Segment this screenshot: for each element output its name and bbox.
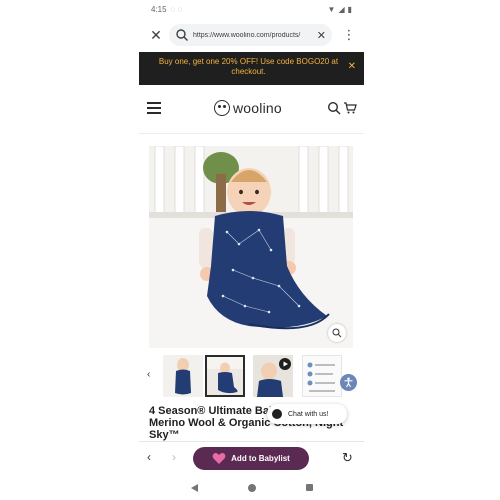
product-main-image[interactable] bbox=[149, 146, 353, 348]
chat-icon bbox=[272, 409, 282, 419]
thumbnail-carousel: ‹ bbox=[139, 355, 364, 399]
thumbnail-1[interactable] bbox=[163, 355, 203, 397]
back-button[interactable]: ‹ bbox=[147, 450, 151, 464]
thumbnail-image bbox=[303, 356, 341, 396]
search-icon bbox=[176, 29, 188, 41]
nav-home-icon[interactable] bbox=[247, 483, 256, 492]
forward-button[interactable]: › bbox=[172, 450, 176, 464]
logo-text: woolino bbox=[233, 100, 282, 116]
thumbnail-3-video[interactable] bbox=[253, 355, 293, 397]
phone-screen: 4:15 ◌ ◌ ▼ ◢ ▮ ✕ https://www.woolino.com… bbox=[139, 0, 364, 500]
nav-recents-icon[interactable] bbox=[305, 484, 313, 491]
chat-label: Chat with us! bbox=[288, 410, 329, 418]
magnifier-icon bbox=[332, 328, 342, 338]
add-to-babylist-button[interactable]: Add to Babylist bbox=[193, 447, 309, 470]
site-header: woolino bbox=[139, 93, 364, 125]
status-time: 4:15 bbox=[151, 4, 167, 14]
browser-toolbar: ✕ https://www.woolino.com/products/ ✕ ⋮ bbox=[139, 22, 364, 48]
thumbnail-image bbox=[163, 355, 203, 397]
search-icon[interactable] bbox=[327, 101, 341, 115]
url-text[interactable]: https://www.woolino.com/products/ bbox=[193, 32, 313, 39]
product-photo bbox=[149, 146, 353, 348]
sync-icon: ◌ ◌ bbox=[170, 4, 183, 14]
thumbnail-image bbox=[207, 357, 243, 395]
wifi-icon: ▼ bbox=[327, 4, 336, 14]
thumbnail-4-chart[interactable] bbox=[302, 355, 342, 397]
thumbnail-image bbox=[253, 355, 293, 397]
site-logo[interactable]: woolino bbox=[214, 100, 282, 116]
status-icons: ▼ ◢ ▮ bbox=[328, 5, 352, 14]
accessibility-icon bbox=[344, 377, 353, 388]
bottom-toolbar: ‹ › Add to Babylist ↻ bbox=[139, 441, 364, 475]
browser-menu-button[interactable]: ⋮ bbox=[342, 26, 356, 44]
promo-banner: Buy one, get one 20% OFF! Use code BOGO2… bbox=[139, 52, 364, 85]
thumbnail-2-selected[interactable] bbox=[205, 355, 245, 397]
logo-mark-icon bbox=[214, 100, 230, 116]
heart-icon bbox=[212, 453, 226, 464]
status-bar: 4:15 ◌ ◌ ▼ ◢ ▮ bbox=[139, 0, 364, 18]
cart-icon[interactable] bbox=[343, 101, 357, 115]
signal-icon: ◢ bbox=[338, 4, 345, 14]
address-bar[interactable]: https://www.woolino.com/products/ ✕ bbox=[169, 24, 332, 46]
thumbnail-prev-arrow-icon[interactable]: ‹ bbox=[147, 369, 150, 380]
clear-url-button[interactable]: ✕ bbox=[317, 29, 326, 42]
header-divider bbox=[139, 133, 364, 134]
zoom-button[interactable] bbox=[328, 324, 346, 342]
close-tab-button[interactable]: ✕ bbox=[147, 26, 165, 44]
hamburger-menu-icon[interactable] bbox=[147, 102, 161, 114]
battery-icon: ▮ bbox=[347, 4, 352, 14]
babylist-label: Add to Babylist bbox=[231, 454, 290, 463]
promo-text: Buy one, get one 20% OFF! Use code BOGO2… bbox=[158, 57, 339, 76]
nav-back-icon[interactable] bbox=[190, 483, 198, 492]
reload-button[interactable]: ↻ bbox=[342, 450, 353, 466]
accessibility-button[interactable] bbox=[340, 374, 357, 391]
chat-widget-button[interactable]: Chat with us! bbox=[267, 404, 347, 424]
promo-close-button[interactable]: ✕ bbox=[348, 62, 356, 72]
android-nav-bar bbox=[139, 475, 364, 500]
